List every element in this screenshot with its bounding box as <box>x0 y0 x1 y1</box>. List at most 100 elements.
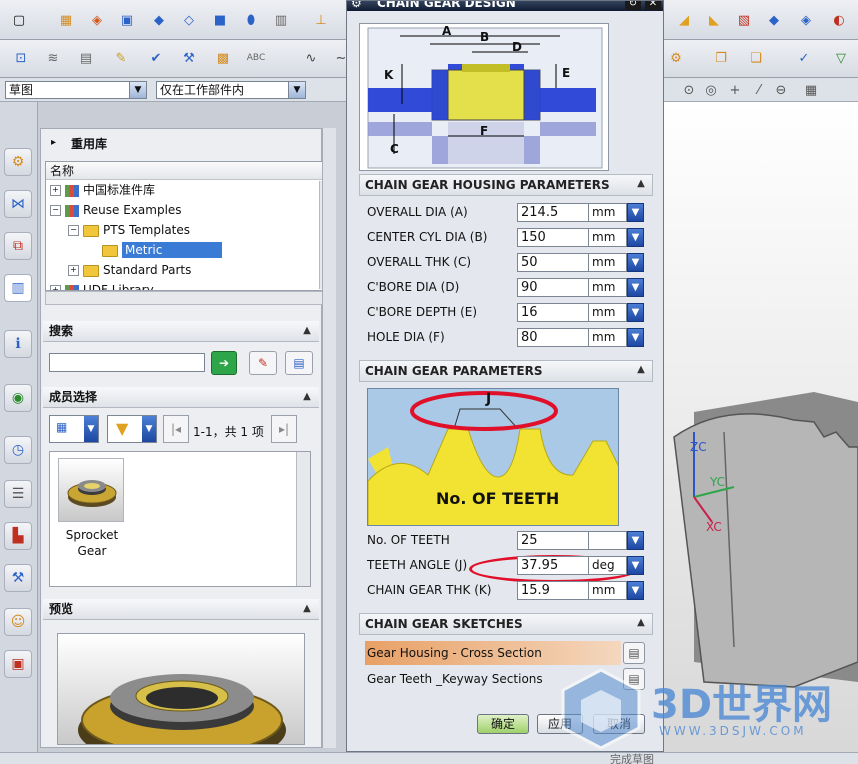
tree-column-header[interactable]: 名称 <box>46 162 326 180</box>
param-unit[interactable]: mm <box>589 203 627 222</box>
collapse-up-icon[interactable]: ▲ <box>633 362 649 378</box>
param-unit[interactable] <box>589 531 627 550</box>
collapse-up-icon[interactable]: ▲ <box>299 601 315 617</box>
verify-icon[interactable]: ✓ <box>793 47 815 69</box>
new-file-icon[interactable]: ▢ <box>8 9 30 31</box>
edit-icon[interactable]: ◢ <box>673 9 695 31</box>
history-icon[interactable]: ◷ <box>4 436 32 464</box>
label-icon[interactable]: ✎ <box>110 47 132 69</box>
expand-icon[interactable]: + <box>68 265 79 276</box>
tree-item-pts-templates[interactable]: − PTS Templates <box>46 220 190 240</box>
tool-icon[interactable]: ⚒ <box>4 564 32 592</box>
param-value-input[interactable]: 90 <box>517 278 589 297</box>
tree-item-udf-library[interactable]: + UDF Library <box>46 280 154 290</box>
check-icon[interactable]: ✔ <box>145 47 167 69</box>
surface-icon[interactable]: ◣ <box>703 9 725 31</box>
paint-icon[interactable]: ▩ <box>212 47 234 69</box>
unit-dropdown-icon[interactable]: ▼ <box>627 581 644 600</box>
param-unit[interactable]: mm <box>589 303 627 322</box>
component-icon[interactable]: ❐ <box>710 47 732 69</box>
assembly-icon[interactable]: ⚙ <box>665 47 687 69</box>
search-input[interactable] <box>49 353 205 372</box>
tree-item-standard-parts[interactable]: + Standard Parts <box>46 260 191 280</box>
sketch-edit-icon[interactable]: ▤ <box>623 642 645 664</box>
collapse-up-icon[interactable]: ▲ <box>299 389 315 405</box>
cylinder-icon[interactable]: ⬮ <box>240 9 262 31</box>
param-value-input[interactable]: 214.5 <box>517 203 589 222</box>
param-value-input[interactable]: 25 <box>517 531 589 550</box>
sketch-combo[interactable]: 草图 ▼ <box>5 81 147 99</box>
reset-icon[interactable]: ↻ <box>625 1 641 10</box>
snap-line-icon[interactable]: ⁄ <box>748 79 770 101</box>
param-unit[interactable]: deg <box>589 556 627 575</box>
collapse-arrow-icon[interactable]: ▸ <box>51 137 56 148</box>
member-vscrollbar[interactable] <box>296 452 310 586</box>
extrude-icon[interactable]: ◆ <box>148 9 170 31</box>
collapse-icon[interactable]: − <box>68 225 79 236</box>
sheet-icon[interactable]: ▧ <box>733 9 755 31</box>
unit-dropdown-icon[interactable]: ▼ <box>627 328 644 347</box>
part-navigator-icon[interactable]: ⧉ <box>4 232 32 260</box>
view-mode-icon[interactable]: ▦ ▼ <box>49 415 99 443</box>
sketch-header[interactable]: CHAIN GEAR SKETCHES ▲ <box>359 613 653 635</box>
snap-point-icon[interactable]: ⊙ <box>678 79 700 101</box>
settings-gear-icon[interactable]: ⚙ <box>351 1 362 10</box>
assembly-navigator-icon[interactable]: ⚙ <box>4 148 32 176</box>
scope-combo[interactable]: 仅在工作部件内 ▼ <box>156 81 306 99</box>
tree-item-cn-standard[interactable]: + 中国标准件库 <box>46 180 155 200</box>
unit-dropdown-icon[interactable]: ▼ <box>627 228 644 247</box>
filter2-icon[interactable]: ▽ <box>830 47 852 69</box>
face-icon[interactable]: ◆ <box>763 9 785 31</box>
more-icon[interactable]: ◐ <box>828 9 850 31</box>
collapse-up-icon[interactable]: ▲ <box>633 615 649 631</box>
chevron-down-icon[interactable]: ▼ <box>129 82 146 98</box>
panel-vscrollbar[interactable] <box>322 128 336 748</box>
unit-dropdown-icon[interactable]: ▼ <box>627 556 644 575</box>
filter-icon[interactable]: ▼ ▼ <box>107 415 157 443</box>
curve-icon[interactable]: ∿ <box>300 47 322 69</box>
sketch-icon[interactable]: ⊡ <box>10 47 32 69</box>
list-icon[interactable]: ☰ <box>4 480 32 508</box>
constraint-navigator-icon[interactable]: ⋈ <box>4 190 32 218</box>
dialog-titlebar[interactable]: CHAIN GEAR DESIGN ⚙ ↻ ✕ <box>347 1 663 11</box>
param-value-input[interactable]: 16 <box>517 303 589 322</box>
snap-center-icon[interactable]: ◎ <box>700 79 722 101</box>
first-page-icon[interactable]: |◂ <box>163 415 189 443</box>
block-icon[interactable]: ▣ <box>116 9 138 31</box>
measure-icon[interactable]: ⊥ <box>310 9 332 31</box>
param-unit[interactable]: mm <box>589 581 627 600</box>
close-icon[interactable]: ✕ <box>645 1 661 10</box>
unit-dropdown-icon[interactable]: ▼ <box>627 253 644 272</box>
chevron-down-icon[interactable]: ▼ <box>288 82 305 98</box>
tools-icon[interactable]: ⚒ <box>178 47 200 69</box>
housing-header[interactable]: CHAIN GEAR HOUSING PARAMETERS ▲ <box>359 174 653 196</box>
palette-icon[interactable]: ▙ <box>4 522 32 550</box>
graphics-viewport[interactable]: ZC YC XC <box>664 102 858 752</box>
gear-header[interactable]: CHAIN GEAR PARAMETERS ▲ <box>359 360 653 382</box>
member-header[interactable]: 成员选择 ▲ <box>43 387 319 408</box>
web-icon[interactable]: ℹ <box>4 330 32 358</box>
snap-grid-icon[interactable]: ▦ <box>800 79 822 101</box>
collapse-icon[interactable]: − <box>50 205 61 216</box>
layers-icon[interactable]: ≋ <box>42 47 64 69</box>
collapse-up-icon[interactable]: ▲ <box>633 176 649 192</box>
open-icon[interactable]: ▦ <box>55 9 77 31</box>
ok-button[interactable]: 确定 <box>477 714 529 734</box>
tree-item-reuse-examples[interactable]: − Reuse Examples <box>46 200 182 220</box>
tree-item-metric[interactable]: Metric <box>46 240 223 260</box>
advanced-search-icon[interactable]: ✎ <box>249 351 277 375</box>
expand-icon[interactable]: + <box>50 185 61 196</box>
next-page-icon[interactable]: ▸| <box>271 415 297 443</box>
unit-dropdown-icon[interactable]: ▼ <box>627 278 644 297</box>
component2-icon[interactable]: ❏ <box>745 47 767 69</box>
param-value-input[interactable]: 37.95 <box>517 556 589 575</box>
solid-icon[interactable]: ◇ <box>178 9 200 31</box>
stack-icon[interactable]: ▤ <box>75 47 97 69</box>
abc-icon[interactable]: ABC <box>245 47 267 69</box>
unit-dropdown-icon[interactable]: ▼ <box>627 303 644 322</box>
param-value-input[interactable]: 80 <box>517 328 589 347</box>
collapse-up-icon[interactable]: ▲ <box>299 323 315 339</box>
reuse-library-icon[interactable]: ▥ <box>4 274 32 302</box>
search-header[interactable]: 搜索 ▲ <box>43 321 319 342</box>
shape-icon[interactable]: ◈ <box>86 9 108 31</box>
